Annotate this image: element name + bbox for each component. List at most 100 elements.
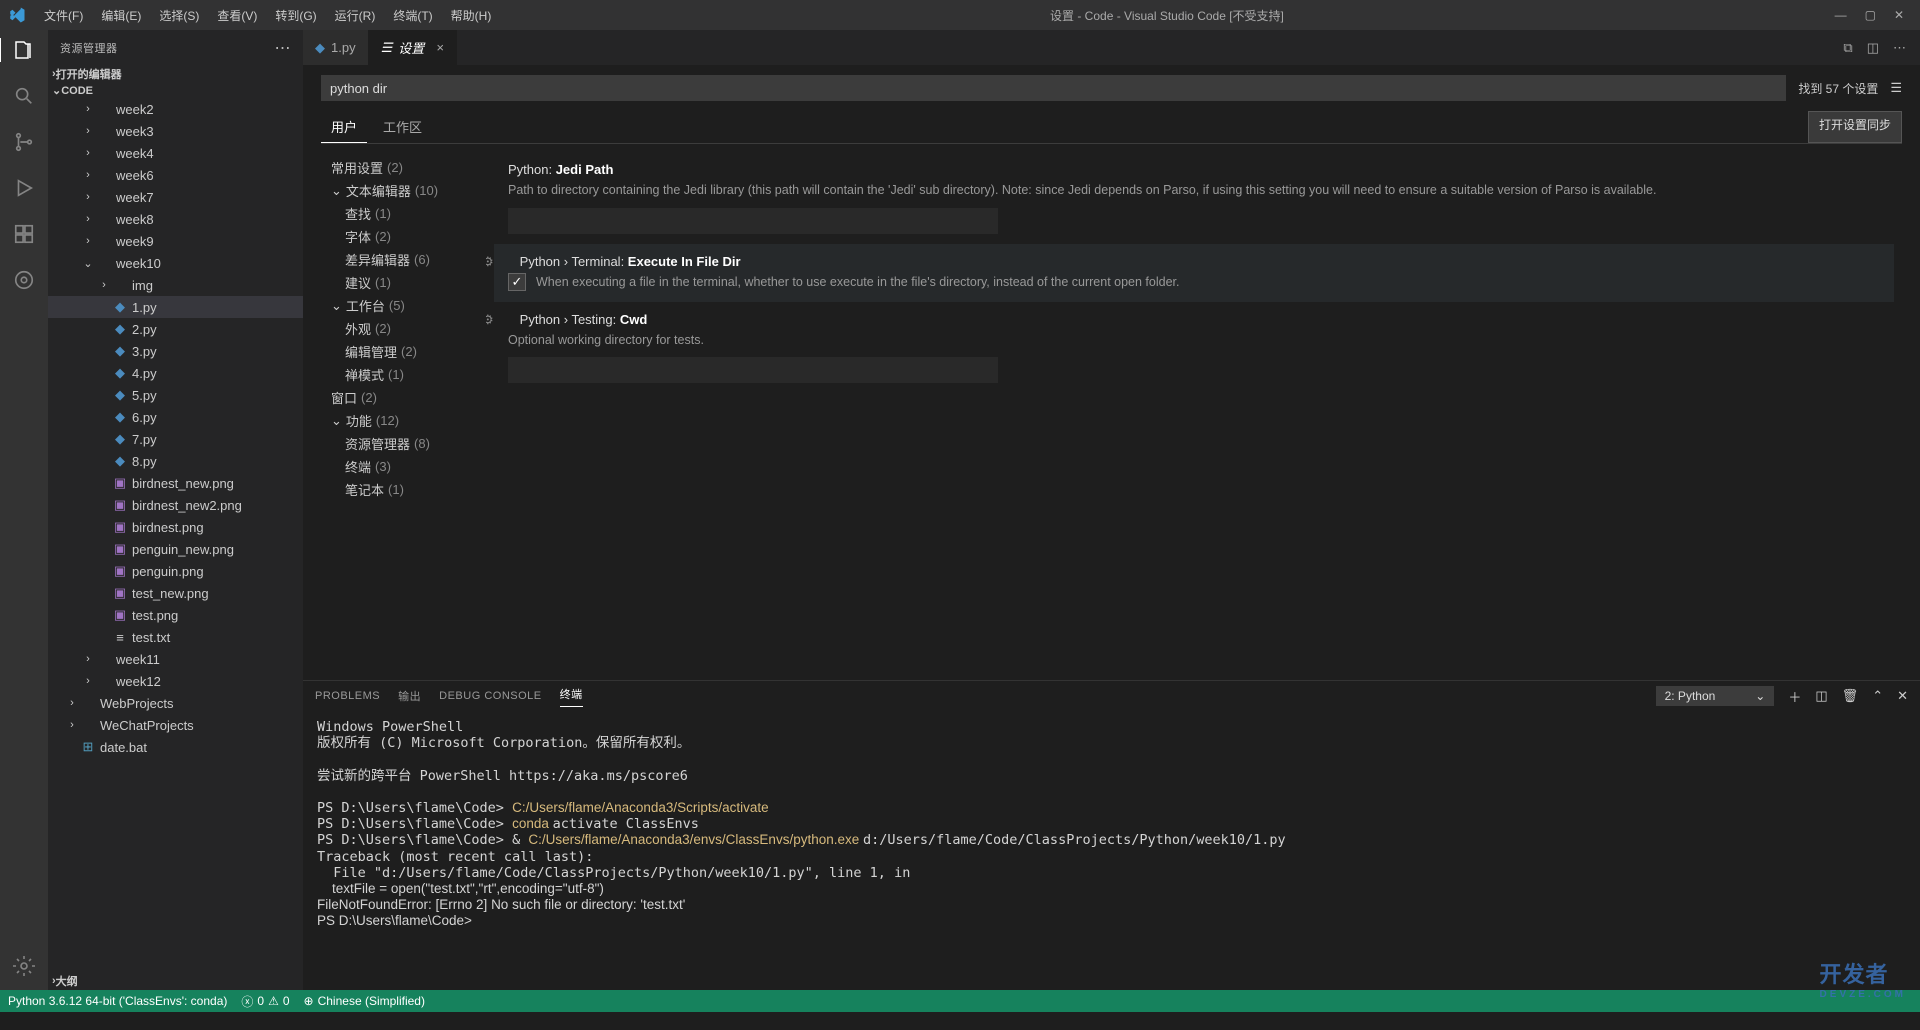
panel-tab-debug[interactable]: DEBUG CONSOLE — [439, 690, 541, 702]
toc-item[interactable]: 建议 (1) — [331, 271, 486, 294]
more-actions-icon[interactable]: ⋯ — [1893, 40, 1906, 56]
watermark: 开发者 DEVZE.COM — [1820, 957, 1906, 1000]
tree-file[interactable]: ▣penguin.png — [48, 560, 303, 582]
tree-folder[interactable]: ›week8 — [48, 208, 303, 230]
menu-item[interactable]: 选择(S) — [151, 3, 207, 28]
open-editors-section[interactable]: ›打开的编辑器 — [48, 65, 303, 83]
maximize-panel-icon[interactable]: ⌃ — [1872, 688, 1883, 704]
menu-item[interactable]: 运行(R) — [327, 3, 384, 28]
close-icon[interactable]: ✕ — [1894, 8, 1904, 22]
panel-tab-output[interactable]: 输出 — [398, 688, 421, 704]
tree-file[interactable]: ◆4.py — [48, 362, 303, 384]
setting-exec-checkbox[interactable]: ✓ — [508, 273, 526, 291]
tab-file[interactable]: ◆ 1.py — [303, 30, 369, 65]
settings-tab-user[interactable]: 用户 — [321, 111, 367, 143]
tree-file[interactable]: ◆2.py — [48, 318, 303, 340]
panel-tab-problems[interactable]: PROBLEMS — [315, 690, 380, 702]
toc-item[interactable]: 窗口 (2) — [331, 386, 486, 409]
new-terminal-icon[interactable]: ＋ — [1788, 687, 1801, 706]
tab-settings[interactable]: ☰ 设置 × — [369, 30, 457, 65]
setting-cwd-input[interactable] — [508, 357, 998, 383]
extensions-icon[interactable] — [12, 222, 36, 246]
minimize-icon[interactable]: ― — [1835, 8, 1847, 22]
toc-item[interactable]: ⌄ 功能 (12) — [331, 409, 486, 432]
menu-item[interactable]: 转到(G) — [267, 3, 324, 28]
maximize-icon[interactable]: ▢ — [1865, 8, 1876, 22]
tree-file[interactable]: ▣test_new.png — [48, 582, 303, 604]
tree-folder[interactable]: ›WebProjects — [48, 692, 303, 714]
tree-folder[interactable]: ›week9 — [48, 230, 303, 252]
settings-sync-button[interactable]: 打开设置同步 — [1808, 111, 1902, 143]
gear-icon[interactable]: ⚙ — [486, 254, 494, 270]
tree-file[interactable]: ▣penguin_new.png — [48, 538, 303, 560]
settings-search-input[interactable] — [321, 75, 1786, 101]
tree-folder[interactable]: ›week7 — [48, 186, 303, 208]
terminal-selector[interactable]: 2: Python ⌄ — [1656, 686, 1775, 706]
tree-file[interactable]: ▣birdnest_new2.png — [48, 494, 303, 516]
open-file-icon[interactable]: ⧉ — [1843, 40, 1852, 56]
split-editor-icon[interactable]: ◫ — [1867, 40, 1879, 56]
tree-folder[interactable]: ›week4 — [48, 142, 303, 164]
tree-file[interactable]: ▣birdnest.png — [48, 516, 303, 538]
tree-folder[interactable]: ›img — [48, 274, 303, 296]
search-icon[interactable] — [12, 84, 36, 108]
tree-file[interactable]: ◆8.py — [48, 450, 303, 472]
toc-item[interactable]: ⌄ 文本编辑器 (10) — [331, 179, 486, 202]
toc-item[interactable]: 笔记本 (1) — [331, 478, 486, 501]
toc-item[interactable]: 字体 (2) — [331, 225, 486, 248]
panel-tab-terminal[interactable]: 终端 — [560, 686, 583, 707]
tree-file[interactable]: ◆1.py — [48, 296, 303, 318]
status-language[interactable]: ⊕ Chinese (Simplified) — [304, 994, 425, 1008]
tree-file[interactable]: ◆7.py — [48, 428, 303, 450]
tree-folder[interactable]: ›week12 — [48, 670, 303, 692]
tree-folder[interactable]: ›week11 — [48, 648, 303, 670]
gear-icon[interactable]: ⚙ — [486, 312, 494, 328]
settings-gear-icon[interactable] — [12, 954, 36, 978]
tree-folder[interactable]: ›week2 — [48, 98, 303, 120]
root-folder-section[interactable]: ⌄CODE — [48, 83, 303, 98]
close-panel-icon[interactable]: ✕ — [1897, 688, 1908, 704]
tree-file[interactable]: ◆5.py — [48, 384, 303, 406]
menu-item[interactable]: 帮助(H) — [443, 3, 500, 28]
tree-file[interactable]: ◆6.py — [48, 406, 303, 428]
tree-folder[interactable]: ›WeChatProjects — [48, 714, 303, 736]
toc-item[interactable]: 禅模式 (1) — [331, 363, 486, 386]
tree-folder[interactable]: ⌄week10 — [48, 252, 303, 274]
tree-file[interactable]: ≡test.txt — [48, 626, 303, 648]
tree-folder[interactable]: ›week6 — [48, 164, 303, 186]
settings-tab-workspace[interactable]: 工作区 — [373, 111, 432, 143]
toc-item[interactable]: 编辑管理 (2) — [331, 340, 486, 363]
split-terminal-icon[interactable]: ◫ — [1815, 688, 1827, 704]
toc-item[interactable]: ⌄ 工作台 (5) — [331, 294, 486, 317]
terminal-body[interactable]: Windows PowerShell 版权所有 (C) Microsoft Co… — [303, 711, 1920, 990]
tree-file[interactable]: ◆3.py — [48, 340, 303, 362]
menu-item[interactable]: 终端(T) — [385, 3, 440, 28]
outline-section[interactable]: ›大纲 — [48, 972, 303, 990]
menu-item[interactable]: 文件(F) — [36, 3, 91, 28]
status-errors[interactable]: ⓧ 0 ⚠ 0 — [241, 993, 289, 1010]
menu-item[interactable]: 编辑(E) — [93, 3, 149, 28]
more-icon[interactable]: ⋯ — [275, 38, 292, 58]
setting-jedi-input[interactable] — [508, 208, 998, 234]
explorer-icon[interactable] — [0, 38, 47, 62]
toc-item[interactable]: 查找 (1) — [331, 202, 486, 225]
remote-icon[interactable] — [12, 268, 36, 292]
close-tab-icon[interactable]: × — [436, 40, 444, 55]
status-python[interactable]: Python 3.6.12 64-bit ('ClassEnvs': conda… — [8, 994, 227, 1008]
run-debug-icon[interactable] — [12, 176, 36, 200]
tree-file[interactable]: ▣birdnest_new.png — [48, 472, 303, 494]
tree-file[interactable]: ⊞date.bat — [48, 736, 303, 758]
kill-terminal-icon[interactable]: 🗑 — [1842, 688, 1859, 704]
menu-item[interactable]: 查看(V) — [209, 3, 265, 28]
tree-folder[interactable]: ›week3 — [48, 120, 303, 142]
toc-item[interactable]: 差异编辑器 (6) — [331, 248, 486, 271]
toc-item[interactable]: 外观 (2) — [331, 317, 486, 340]
setting-exec-title: Execute In File Dir — [628, 254, 741, 269]
filter-icon[interactable]: ☰ — [1890, 80, 1902, 96]
toc-item[interactable]: 常用设置 (2) — [331, 156, 486, 179]
setting-exec-desc: When executing a file in the terminal, w… — [536, 273, 1180, 292]
toc-item[interactable]: 资源管理器 (8) — [331, 432, 486, 455]
toc-item[interactable]: 终端 (3) — [331, 455, 486, 478]
tree-file[interactable]: ▣test.png — [48, 604, 303, 626]
source-control-icon[interactable] — [12, 130, 36, 154]
